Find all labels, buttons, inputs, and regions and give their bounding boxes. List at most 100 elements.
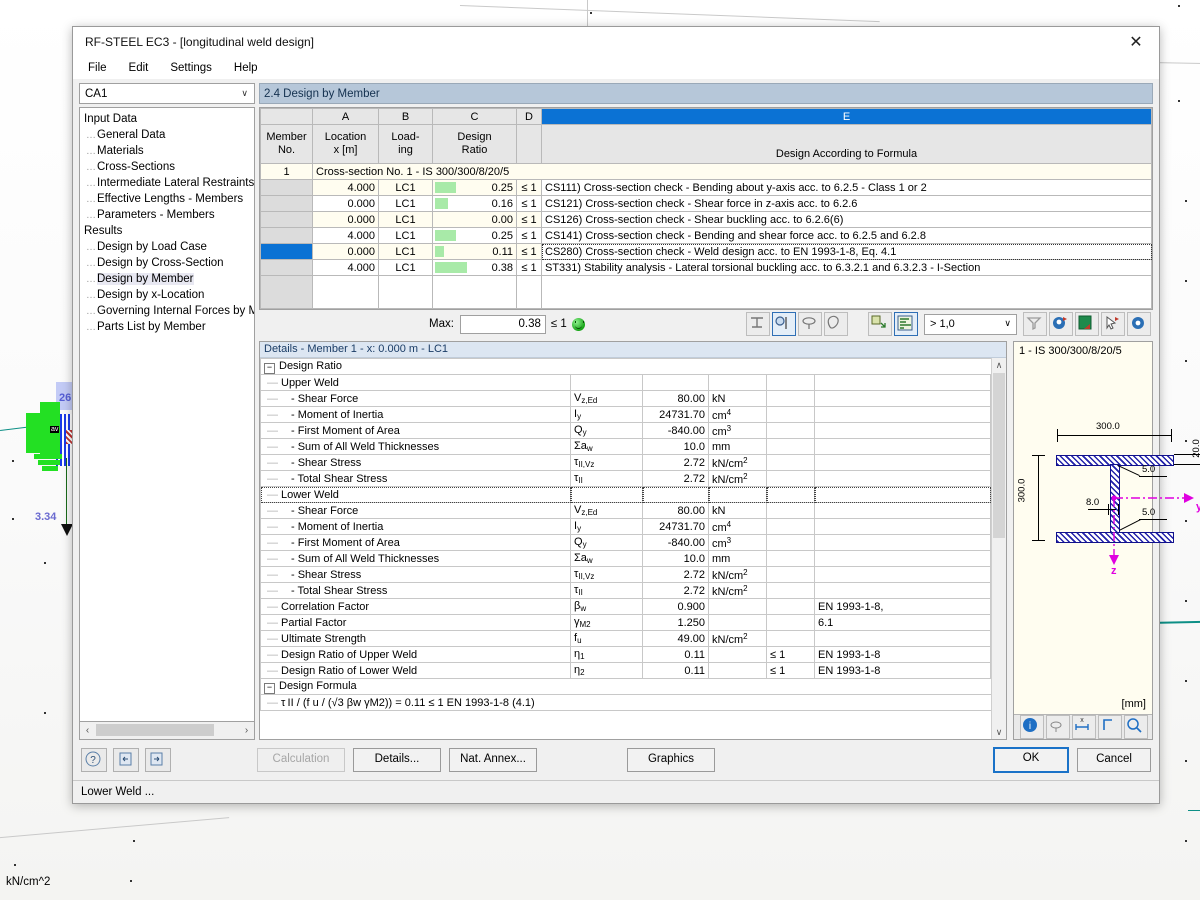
row-member-cell[interactable] xyxy=(261,276,313,309)
tree-group-input-data[interactable]: Input Data xyxy=(80,111,254,127)
view-mode-icon[interactable] xyxy=(1127,312,1151,336)
table-row-empty[interactable] xyxy=(261,276,1152,309)
graphics-button[interactable]: Graphics xyxy=(627,748,715,772)
info-icon[interactable]: i xyxy=(1020,715,1044,739)
list-item[interactable]: —- Total Shear Stress τII 2.72 kN/cm2 xyxy=(261,471,991,487)
sidebar-item-governing-internal-forces[interactable]: …Governing Internal Forces by M xyxy=(80,303,254,319)
sidebar-item-general-data[interactable]: …General Data xyxy=(80,127,254,143)
collapse-icon[interactable]: − xyxy=(264,363,275,374)
result-bars-icon[interactable] xyxy=(894,312,918,336)
cancel-button[interactable]: Cancel xyxy=(1077,748,1151,772)
menu-item-file[interactable]: File xyxy=(85,60,110,76)
sidebar-item-design-by-x-location[interactable]: …Design by x-Location xyxy=(80,287,254,303)
axes-icon[interactable] xyxy=(1098,715,1122,739)
result-filter-combo[interactable]: > 1,0 ∨ xyxy=(924,314,1017,335)
list-item[interactable]: —- Shear Stress τII,Vz 2.72 kN/cm2 xyxy=(261,567,991,583)
row-member-cell[interactable] xyxy=(261,212,313,228)
details-group-design-formula[interactable]: −Design Formula xyxy=(261,679,991,695)
help-icon[interactable]: ? xyxy=(81,748,107,772)
sidebar-item-intermediate-lateral-restraints[interactable]: …Intermediate Lateral Restraints xyxy=(80,175,254,191)
sidebar-item-parameters-members[interactable]: …Parameters - Members xyxy=(80,207,254,223)
col-letter-d[interactable]: D xyxy=(517,109,542,125)
col-letter-c[interactable]: C xyxy=(433,109,517,125)
calculation-button[interactable]: Calculation xyxy=(257,748,345,772)
col-letter-b[interactable]: B xyxy=(379,109,433,125)
menu-item-help[interactable]: Help xyxy=(231,60,261,76)
cross-section-result-icon[interactable] xyxy=(772,312,796,336)
sidebar-item-materials[interactable]: …Materials xyxy=(80,143,254,159)
list-item[interactable]: —- Moment of Inertia Iy 24731.70 cm4 xyxy=(261,519,991,535)
table-row[interactable]: 4.000 LC1 0.38 ≤ 1 ST331) Stability anal… xyxy=(261,260,1152,276)
row-member-cell[interactable] xyxy=(261,196,313,212)
scroll-up-arrow-icon[interactable]: ∧ xyxy=(992,358,1006,372)
tree-group-results[interactable]: Results xyxy=(80,223,254,239)
solid-result-icon[interactable] xyxy=(824,312,848,336)
design-case-combo[interactable]: CA1 ∨ xyxy=(79,83,255,104)
select-in-model-icon[interactable] xyxy=(1101,312,1125,336)
row-member-cell-selected[interactable] xyxy=(261,244,313,260)
table-row[interactable]: 4.000 LC1 0.25 ≤ 1 CS141) Cross-section … xyxy=(261,228,1152,244)
col-letter-a[interactable]: A xyxy=(313,109,379,125)
navigator-tree[interactable]: Input Data …General Data …Materials …Cro… xyxy=(79,107,255,722)
scroll-left-arrow-icon[interactable]: ‹ xyxy=(80,725,95,736)
results-table-container[interactable]: A B C D E Member No. Location x [m] xyxy=(259,107,1153,310)
list-item[interactable]: —Partial Factor γM2 1.250 6.1 xyxy=(261,615,991,631)
table-row[interactable]: 0.000 LC1 0.16 ≤ 1 CS121) Cross-section … xyxy=(261,196,1152,212)
list-item[interactable]: —- Shear Force Vz,Ed 80.00 kN xyxy=(261,503,991,519)
navigator-horizontal-scrollbar[interactable]: ‹ › xyxy=(79,722,255,740)
export-excel-icon[interactable] xyxy=(1075,312,1099,336)
row-member-cell[interactable] xyxy=(261,228,313,244)
details-subgroup-lower-weld[interactable]: —Lower Weld xyxy=(261,487,991,503)
details-vertical-scrollbar[interactable]: ∧ ∨ xyxy=(991,358,1006,739)
menu-item-settings[interactable]: Settings xyxy=(167,60,215,76)
col-letter-blank[interactable] xyxy=(261,109,313,125)
member-result-icon[interactable] xyxy=(746,312,770,336)
scroll-right-arrow-icon[interactable]: › xyxy=(239,725,254,736)
list-item[interactable]: —- First Moment of Area Qy -840.00 cm3 xyxy=(261,423,991,439)
list-item[interactable]: —Design Ratio of Lower Weld η2 0.11 ≤ 1 … xyxy=(261,663,991,679)
row-member-cell[interactable] xyxy=(261,180,313,196)
menu-item-edit[interactable]: Edit xyxy=(126,60,152,76)
sidebar-item-parts-list-by-member[interactable]: …Parts List by Member xyxy=(80,319,254,335)
mouse-pointer-icon[interactable] xyxy=(1046,715,1070,739)
row-member-cell[interactable] xyxy=(261,260,313,276)
list-item[interactable]: —- First Moment of Area Qy -840.00 cm3 xyxy=(261,535,991,551)
cross-section-group-row[interactable]: 1 Cross-section No. 1 - IS 300/300/8/20/… xyxy=(261,164,1152,180)
sidebar-item-design-by-cross-section[interactable]: …Design by Cross-Section xyxy=(80,255,254,271)
dimension-icon[interactable]: x xyxy=(1072,715,1096,739)
next-page-icon[interactable] xyxy=(145,748,171,772)
details-formula-row[interactable]: —τ II / (f u / (√3 βw γM2)) = 0.11 ≤ 1 E… xyxy=(261,695,991,711)
col-letter-e[interactable]: E xyxy=(542,109,1152,125)
scroll-down-arrow-icon[interactable]: ∨ xyxy=(992,725,1006,739)
details-group-design-ratio[interactable]: −Design Ratio xyxy=(261,359,991,375)
surface-result-icon[interactable] xyxy=(798,312,822,336)
zoom-icon[interactable] xyxy=(1124,715,1148,739)
ok-button[interactable]: OK xyxy=(993,747,1069,773)
result-diagram-icon[interactable] xyxy=(868,312,892,336)
list-item[interactable]: —- Total Shear Stress τII 2.72 kN/cm2 xyxy=(261,583,991,599)
list-item[interactable]: —- Shear Force Vz,Ed 80.00 kN xyxy=(261,391,991,407)
cross-section-drawing[interactable]: 300.0 300.0 20.0 xyxy=(1014,357,1152,714)
collapse-icon[interactable]: − xyxy=(264,683,275,694)
close-icon[interactable]: ✕ xyxy=(1113,27,1159,57)
filter-icon[interactable] xyxy=(1023,312,1047,336)
list-item[interactable]: —- Shear Stress τII,Vz 2.72 kN/cm2 xyxy=(261,455,991,471)
table-row-selected[interactable]: 0.000 LC1 0.11 ≤ 1 CS280) Cross-section … xyxy=(261,244,1152,260)
sidebar-item-design-by-load-case[interactable]: …Design by Load Case xyxy=(80,239,254,255)
nat-annex-button[interactable]: Nat. Annex... xyxy=(449,748,537,772)
list-item[interactable]: —Ultimate Strength fu 49.00 kN/cm2 xyxy=(261,631,991,647)
sidebar-item-effective-lengths-members[interactable]: …Effective Lengths - Members xyxy=(80,191,254,207)
list-item[interactable]: —Correlation Factor βw 0.900 EN 1993-1-8… xyxy=(261,599,991,615)
scrollbar-thumb[interactable] xyxy=(993,373,1005,538)
scrollbar-thumb[interactable] xyxy=(96,724,214,736)
sidebar-item-design-by-member[interactable]: …Design by Member xyxy=(80,271,254,287)
sidebar-item-cross-sections[interactable]: …Cross-Sections xyxy=(80,159,254,175)
list-item[interactable]: —- Moment of Inertia Iy 24731.70 cm4 xyxy=(261,407,991,423)
printout-report-icon[interactable] xyxy=(1049,312,1073,336)
details-button[interactable]: Details... xyxy=(353,748,441,772)
list-item[interactable]: —Design Ratio of Upper Weld η1 0.11 ≤ 1 … xyxy=(261,647,991,663)
table-row[interactable]: 0.000 LC1 0.00 ≤ 1 CS126) Cross-section … xyxy=(261,212,1152,228)
prev-page-icon[interactable] xyxy=(113,748,139,772)
table-row[interactable]: 4.000 LC1 0.25 ≤ 1 CS111) Cross-section … xyxy=(261,180,1152,196)
list-item[interactable]: —- Sum of All Weld Thicknesses Σaw 10.0 … xyxy=(261,439,991,455)
